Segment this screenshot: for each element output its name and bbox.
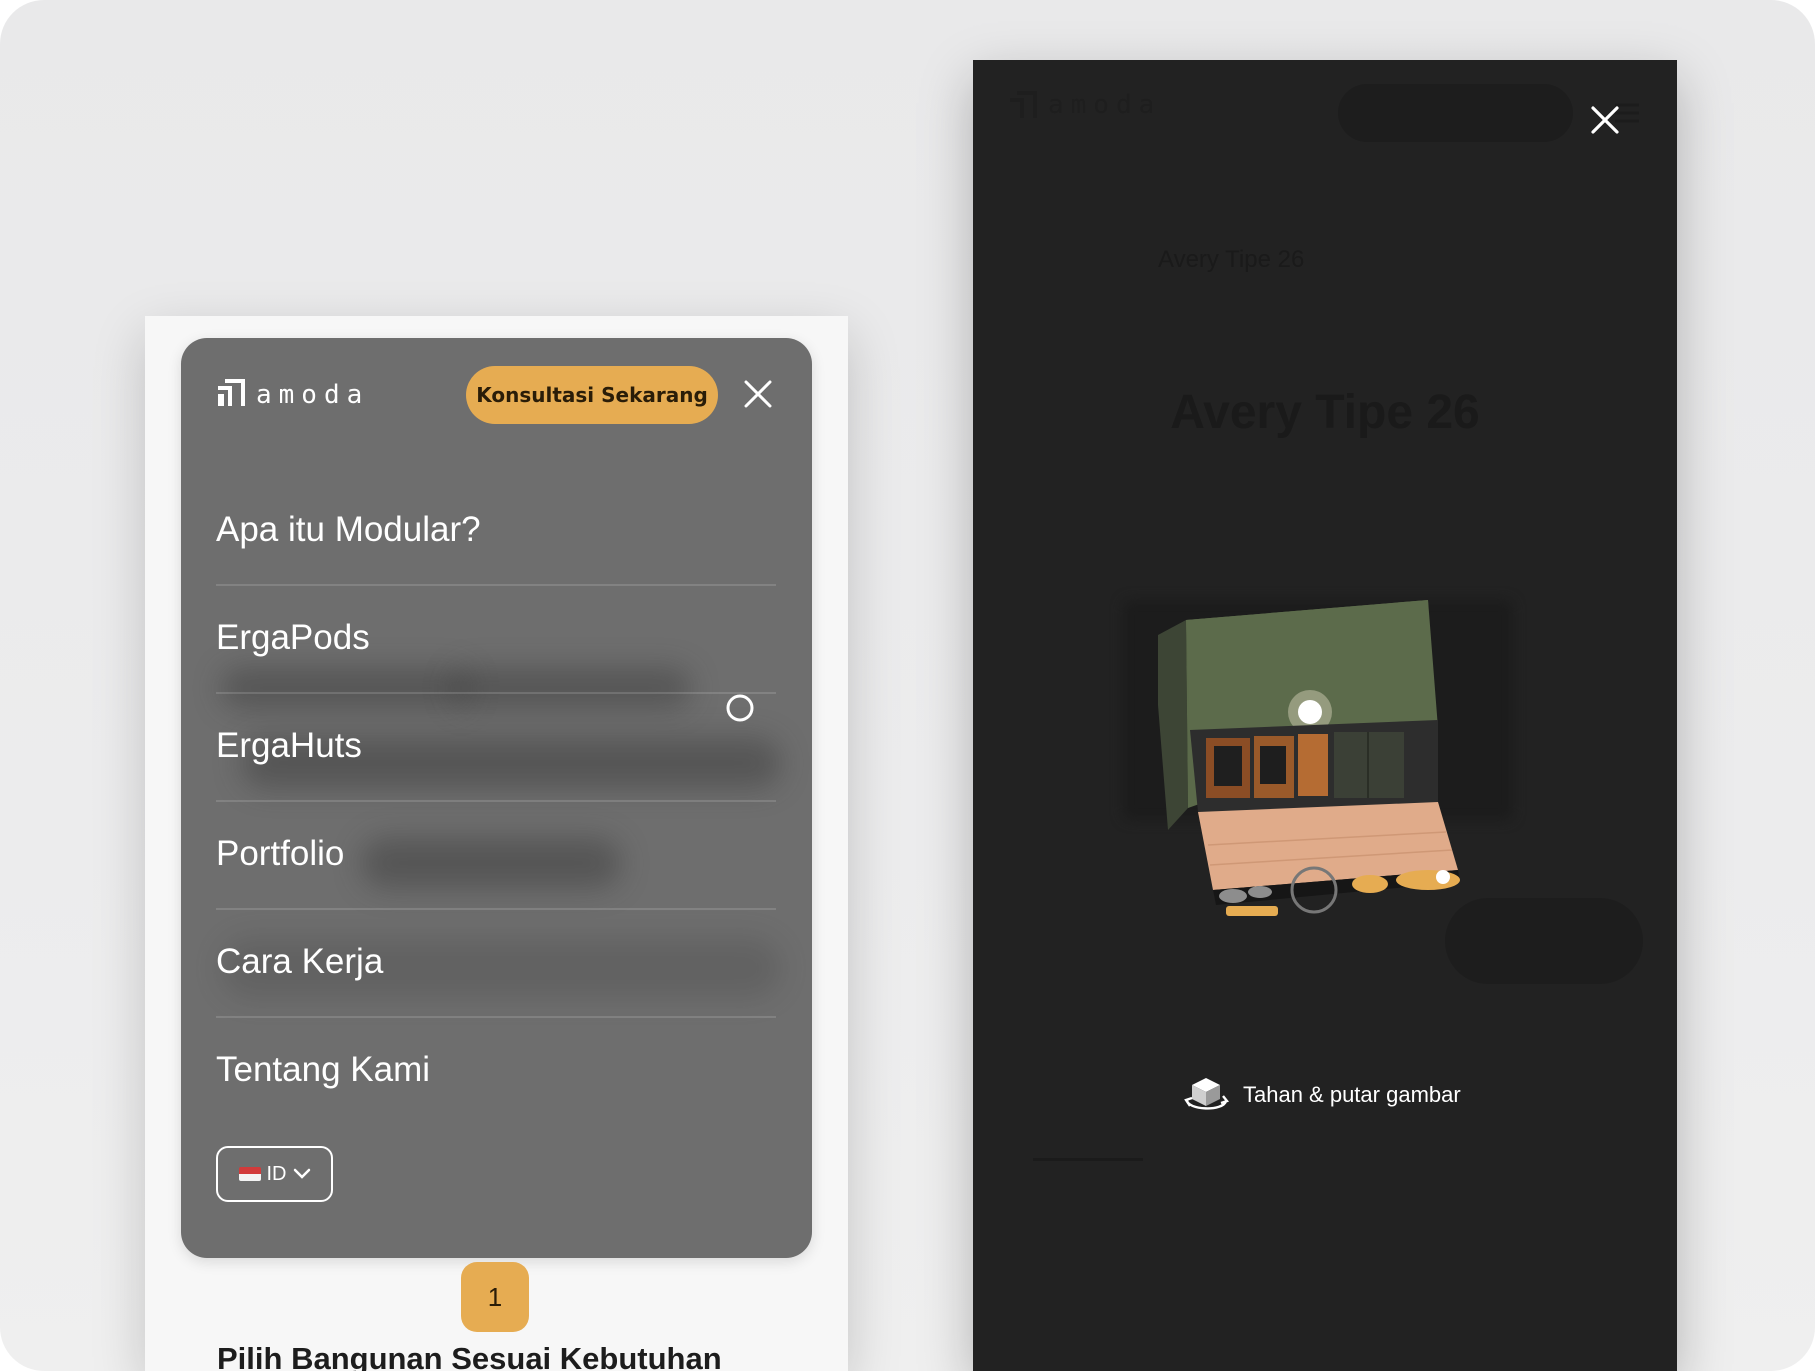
amoda-logo-icon: [218, 379, 245, 406]
rotate-hint: Tahan & putar gambar: [1183, 1074, 1461, 1116]
consult-now-button[interactable]: Konsultasi Sekarang: [466, 366, 718, 424]
menu-header: amoda Konsultasi Sekarang: [181, 338, 812, 454]
rotate-hint-text: Tahan & putar gambar: [1243, 1082, 1461, 1107]
consult-now-button: [1338, 84, 1573, 142]
nav-item-label: ErgaHuts: [216, 726, 362, 765]
nav-item-apa-itu-modular[interactable]: Apa itu Modular?: [216, 476, 776, 586]
left-phone-screen: amoda Konsultasi Sekarang Apa itu Modula…: [145, 316, 848, 1371]
brand-logo[interactable]: amoda: [216, 376, 369, 410]
nav-item-cara-kerja[interactable]: Cara Kerja: [216, 908, 776, 1018]
loading-ring-icon: [726, 694, 754, 722]
nav-item-ergahuts[interactable]: ErgaHuts: [216, 692, 776, 802]
brand-name: amoda: [1048, 90, 1162, 120]
nav-item-label: Portfolio: [216, 834, 345, 873]
step-badge: 1: [461, 1262, 529, 1332]
brand-logo: amoda: [1008, 90, 1161, 120]
breadcrumb-current: Avery Tipe 26: [1158, 246, 1305, 273]
right-phone-screen: amoda Avery Tipe 26 Avery Tipe 26 Tahan …: [973, 60, 1677, 1371]
nav-item-tentang-kami[interactable]: Tentang Kami: [216, 1016, 776, 1124]
nav-item-label: Cara Kerja: [216, 942, 384, 981]
mobile-nav-menu: amoda Konsultasi Sekarang Apa itu Modula…: [181, 338, 812, 1258]
chevron-down-icon: [293, 1168, 310, 1179]
amoda-logo-icon: [1010, 91, 1037, 118]
brand-name: amoda: [256, 380, 370, 410]
house-3d-model[interactable]: [1138, 600, 1498, 1020]
nav-item-label: ErgaPods: [216, 618, 370, 657]
indonesia-flag-icon: [238, 1167, 261, 1181]
product-title: Avery Tipe 26: [1170, 386, 1480, 439]
language-selector[interactable]: ID: [216, 1146, 333, 1202]
nav-item-ergapods[interactable]: ErgaPods: [216, 584, 776, 694]
nav-item-label: Apa itu Modular?: [216, 510, 481, 549]
tab-underline: [1033, 1158, 1143, 1161]
language-code: ID: [266, 1162, 287, 1185]
view-3d-button: [1445, 898, 1643, 984]
nav-item-label: Tentang Kami: [216, 1050, 431, 1089]
close-icon[interactable]: [1583, 98, 1627, 142]
screenshot-canvas: amoda Konsultasi Sekarang Apa itu Modula…: [0, 0, 1815, 1371]
rotate-3d-icon: [1184, 1078, 1229, 1110]
nav-item-portfolio[interactable]: Portfolio: [216, 800, 776, 910]
close-icon[interactable]: [736, 372, 780, 416]
section-title: Pilih Bangunan Sesuai Kebutuhan: [217, 1341, 722, 1371]
